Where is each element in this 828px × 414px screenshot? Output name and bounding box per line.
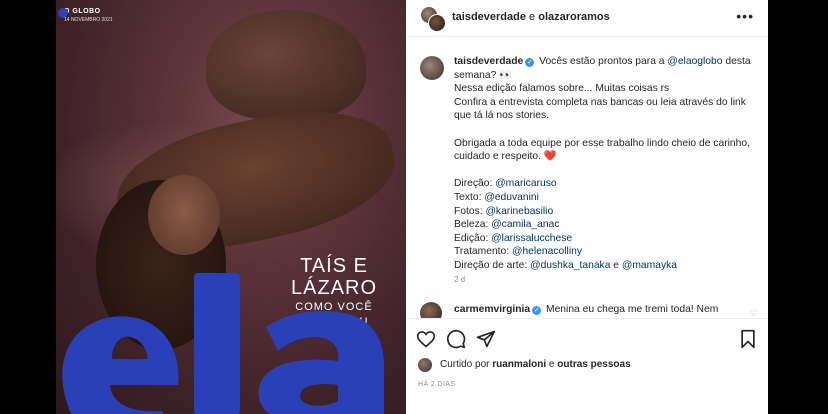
share-icon[interactable] xyxy=(476,329,496,349)
author1-link[interactable]: taisdeverdade xyxy=(452,11,526,23)
liked-connector: e xyxy=(546,359,558,370)
ela-magazine-logo: ela xyxy=(62,273,384,414)
posted-ago[interactable]: HÁ 2 DIAS xyxy=(418,381,455,388)
comment-text: Menina eu chega me tremi toda! Nem xyxy=(546,304,719,315)
credit-label: Edição: xyxy=(454,232,492,244)
liked-by: Curtido por ruanmaloni e outras pessoas xyxy=(440,359,631,370)
post-caption: taisdeverdade ✓ Vocês estão prontos para … xyxy=(454,55,756,273)
post-authors: taisdeverdade e olazaroramos xyxy=(452,11,610,23)
credit-label: Fotos: xyxy=(454,205,486,217)
post-header: taisdeverdade e olazaroramos ••• xyxy=(406,0,768,37)
instagram-post-modal: O GLOBO 14 NOVEMBRO 2021 TAÍS E LÁZARO C… xyxy=(56,0,768,414)
post-actions: Curtido por ruanmaloni e outras pessoas … xyxy=(406,318,768,414)
credit-handle[interactable]: @helenacolliny xyxy=(512,246,582,257)
bookmark-icon[interactable] xyxy=(738,329,758,349)
author2-link[interactable]: olazaroramos xyxy=(538,11,610,23)
credit-row: Texto: @eduvanini xyxy=(454,191,756,205)
credit-handle[interactable]: @dushka_tanaka xyxy=(530,260,610,271)
caption-username[interactable]: taisdeverdade xyxy=(454,56,523,67)
credit-label: Texto: xyxy=(454,191,485,203)
caption-line6: Obrigada a toda equipe por esse trabalho… xyxy=(454,137,750,149)
caption-avatar[interactable] xyxy=(420,56,444,80)
caption-line7-text: cuidado e respeito. xyxy=(454,151,544,163)
credit-handle[interactable]: @maricaruso xyxy=(495,178,556,189)
comment: carmemvirginia ✓ Menina eu chega me tremi… xyxy=(454,304,754,315)
authors-connector: e xyxy=(525,11,539,23)
liker-avatar[interactable] xyxy=(418,358,432,372)
post-panel: taisdeverdade e olazaroramos ••• taisdev… xyxy=(406,0,768,414)
credit-row: Fotos: @karinebasilio xyxy=(454,205,756,219)
caption-time[interactable]: 2 d xyxy=(454,275,465,284)
credit-handle[interactable]: @larissalucchese xyxy=(491,233,572,244)
red-heart-emoji: ❤️ xyxy=(543,151,557,163)
credit-label: Tratamento: xyxy=(454,246,512,258)
credit-row: Tratamento: @helenacolliny xyxy=(454,245,756,259)
liked-others[interactable]: outras pessoas xyxy=(557,359,630,370)
credit-label: Direção de arte: xyxy=(454,259,531,271)
credit-handle[interactable]: @camila_anac xyxy=(491,219,559,230)
caption-line4: Confira a entrevista completa nas bancas… xyxy=(454,96,746,108)
heart-icon[interactable] xyxy=(416,329,436,349)
caption-line2: semana? 👀 xyxy=(454,69,513,81)
credit-connector: e xyxy=(610,259,622,271)
author2-avatar[interactable] xyxy=(428,14,446,32)
comment-icon[interactable] xyxy=(446,329,466,349)
post-image[interactable]: O GLOBO 14 NOVEMBRO 2021 TAÍS E LÁZARO C… xyxy=(56,0,406,414)
caption-line3: Nessa edição falamos sobre... Muitas coi… xyxy=(454,83,670,95)
credit-label: Direção: xyxy=(454,178,496,190)
brand-name: O GLOBO xyxy=(64,8,101,15)
credit-handle[interactable]: @eduvanini xyxy=(484,192,539,203)
verified-badge-icon: ✓ xyxy=(532,306,542,315)
credit-row: Direção: @maricaruso xyxy=(454,177,756,191)
credit-row: Edição: @larissalucchese xyxy=(454,232,756,246)
comment-username[interactable]: carmemvirginia xyxy=(454,304,530,315)
image-figure-face xyxy=(148,175,220,255)
credit-handle[interactable]: @karinebasilio xyxy=(485,206,553,217)
verified-badge-icon: ✓ xyxy=(525,58,535,67)
more-horizontal-icon[interactable]: ••• xyxy=(736,8,754,24)
credit-label: Beleza: xyxy=(454,219,492,231)
credit-row-art: Direção de arte: @dushka_tanaka e @mamay… xyxy=(454,259,756,273)
caption-line7: cuidado e respeito. ❤️ xyxy=(454,150,756,164)
liker-username[interactable]: ruanmaloni xyxy=(492,359,546,370)
caption-text-1: Vocês estão prontos para a xyxy=(539,56,668,67)
cover-brand: O GLOBO 14 NOVEMBRO 2021 xyxy=(58,8,113,24)
credit-row: Beleza: @camila_anac xyxy=(454,218,756,232)
cover-date: 14 NOVEMBRO 2021 xyxy=(64,17,113,23)
caption-text-1-end: desta xyxy=(722,56,751,67)
image-figure-man xyxy=(206,10,366,120)
caption-line1: taisdeverdade ✓ Vocês estão prontos para … xyxy=(454,55,756,69)
liked-prefix: Curtido por xyxy=(440,359,493,370)
mention-elaoglobo[interactable]: @elaoglobo xyxy=(667,56,722,67)
caption-line5: que tá lá nos stories. xyxy=(454,110,550,122)
credit-handle[interactable]: @mamayka xyxy=(622,260,677,271)
